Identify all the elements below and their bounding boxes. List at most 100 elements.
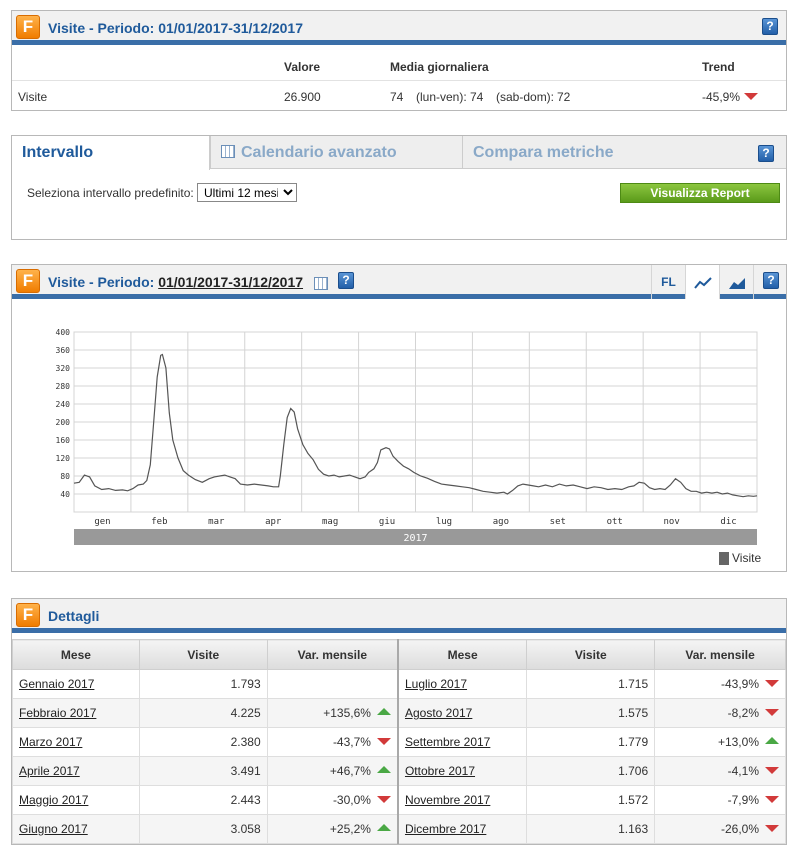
change-cell: -26,0% — [654, 814, 786, 844]
month-cell[interactable]: Agosto 2017 — [397, 698, 528, 728]
table-row: Aprile 2017 3.491 +46,7% Ottobre 2017 1.706 -… — [12, 756, 786, 786]
month-link[interactable]: Agosto 2017 — [405, 706, 472, 720]
y-tick-label: 360 — [56, 346, 71, 355]
tab-calendario[interactable]: Calendario avanzato — [210, 136, 462, 169]
trend-down-icon — [765, 796, 779, 803]
month-link[interactable]: Gennaio 2017 — [19, 677, 94, 691]
month-link[interactable]: Ottobre 2017 — [405, 764, 475, 778]
valore-value: 26.900 — [284, 90, 321, 104]
chart-panel: F Visite - Periodo: 01/01/2017-31/12/201… — [11, 264, 787, 572]
x-tick-label: apr — [265, 517, 282, 527]
app-logo-icon: F — [16, 269, 40, 293]
month-cell[interactable]: Novembre 2017 — [397, 785, 528, 815]
details-header: F Dettagli — [12, 599, 786, 633]
change-value: -43,9% — [720, 677, 759, 691]
line-chart-button[interactable] — [685, 265, 719, 299]
x-tick-label: mag — [322, 517, 338, 527]
visits-cell: 2.380 — [138, 727, 268, 757]
y-tick-label: 280 — [56, 382, 71, 391]
month-link[interactable]: Luglio 2017 — [405, 677, 467, 691]
y-tick-label: 120 — [56, 454, 71, 463]
line-chart-icon — [693, 277, 712, 289]
visits-cell: 1.706 — [526, 756, 656, 786]
trend-up-icon — [376, 824, 391, 831]
month-cell[interactable]: Aprile 2017 — [12, 756, 140, 786]
help-tool: ? — [753, 265, 787, 299]
trend-down-icon — [765, 709, 779, 716]
x-tick-label: mar — [208, 517, 225, 527]
month-link[interactable]: Febbraio 2017 — [19, 706, 96, 720]
trend-down-icon — [744, 93, 758, 100]
month-cell[interactable]: Giugno 2017 — [12, 814, 140, 844]
interval-panel: Intervallo Calendario avanzato Compara m… — [11, 135, 787, 240]
change-cell: +46,7% — [266, 756, 399, 786]
metric-label: Visite — [18, 90, 48, 104]
trend-up-icon — [765, 737, 779, 744]
month-cell[interactable]: Luglio 2017 — [397, 669, 528, 699]
month-cell[interactable]: Febbraio 2017 — [12, 698, 140, 728]
select-label: Seleziona intervallo predefinito: — [27, 186, 194, 200]
change-value: +135,6% — [323, 706, 371, 720]
y-tick-label: 40 — [60, 490, 70, 499]
change-cell: -30,0% — [266, 785, 399, 815]
x-tick-label: nov — [663, 517, 679, 527]
fl-tool-button[interactable]: FL — [651, 265, 685, 299]
month-link[interactable]: Dicembre 2017 — [405, 822, 486, 836]
visits-cell: 2.443 — [138, 785, 268, 815]
calendar-icon — [221, 145, 235, 158]
visits-cell: 3.491 — [138, 756, 268, 786]
x-tick-label: set — [550, 517, 566, 527]
trend-down-icon — [376, 738, 391, 745]
month-cell[interactable]: Marzo 2017 — [12, 727, 140, 757]
y-tick-label: 240 — [56, 400, 71, 409]
x-tick-label: ago — [493, 517, 509, 527]
visits-cell: 1.163 — [526, 814, 656, 844]
visits-cell: 1.779 — [526, 727, 656, 757]
y-tick-label: 400 — [56, 328, 71, 337]
trend-down-icon — [765, 767, 779, 774]
col-mese-2: Mese — [397, 639, 528, 670]
interval-select[interactable]: Ultimi 12 mesi — [197, 183, 297, 202]
col-visite-2: Visite — [526, 639, 656, 670]
legend-swatch — [719, 552, 729, 565]
col-var-2: Var. mensile — [654, 639, 786, 670]
summary-data-row: Visite 26.900 74 (lun-ven): 74 (sab-dom)… — [12, 83, 786, 111]
chart-period-link[interactable]: 01/01/2017-31/12/2017 — [158, 274, 303, 290]
help-icon[interactable]: ? — [762, 18, 778, 35]
tab-compara[interactable]: Compara metriche — [462, 136, 786, 169]
area-chart-button[interactable] — [719, 265, 753, 299]
month-link[interactable]: Maggio 2017 — [19, 793, 88, 807]
col-trend: Trend — [702, 60, 735, 74]
y-tick-label: 160 — [56, 436, 71, 445]
y-tick-label: 320 — [56, 364, 71, 373]
x-tick-label: feb — [151, 517, 167, 527]
month-cell[interactable]: Ottobre 2017 — [397, 756, 528, 786]
change-value: -7,9% — [727, 793, 759, 807]
visits-cell: 1.575 — [526, 698, 656, 728]
change-cell: +25,2% — [266, 814, 399, 844]
change-cell: +135,6% — [266, 698, 399, 728]
help-icon[interactable]: ? — [338, 272, 354, 289]
month-link[interactable]: Marzo 2017 — [19, 735, 82, 749]
calendar-icon[interactable] — [314, 277, 328, 290]
y-tick-label: 200 — [56, 418, 71, 427]
month-link[interactable]: Aprile 2017 — [19, 764, 80, 778]
month-cell[interactable]: Gennaio 2017 — [12, 669, 140, 699]
tab-intervallo[interactable]: Intervallo — [12, 136, 210, 170]
month-link[interactable]: Novembre 2017 — [405, 793, 490, 807]
tab-bar: Intervallo Calendario avanzato Compara m… — [12, 136, 786, 170]
month-cell[interactable]: Maggio 2017 — [12, 785, 140, 815]
y-tick-label: 80 — [60, 472, 70, 481]
change-cell: -8,2% — [654, 698, 786, 728]
help-icon[interactable]: ? — [763, 272, 779, 289]
details-table: Mese Visite Var. mensile Mese Visite Var… — [12, 639, 786, 844]
month-link[interactable]: Giugno 2017 — [19, 822, 88, 836]
month-cell[interactable]: Settembre 2017 — [397, 727, 528, 757]
change-cell: -7,9% — [654, 785, 786, 815]
lunven-value: 74 — [470, 90, 484, 104]
visualizza-report-button[interactable]: Visualizza Report — [620, 183, 780, 203]
help-icon[interactable]: ? — [758, 145, 774, 162]
month-cell[interactable]: Dicembre 2017 — [397, 814, 528, 844]
chart-header: F Visite - Periodo: 01/01/2017-31/12/201… — [12, 265, 786, 299]
month-link[interactable]: Settembre 2017 — [405, 735, 490, 749]
